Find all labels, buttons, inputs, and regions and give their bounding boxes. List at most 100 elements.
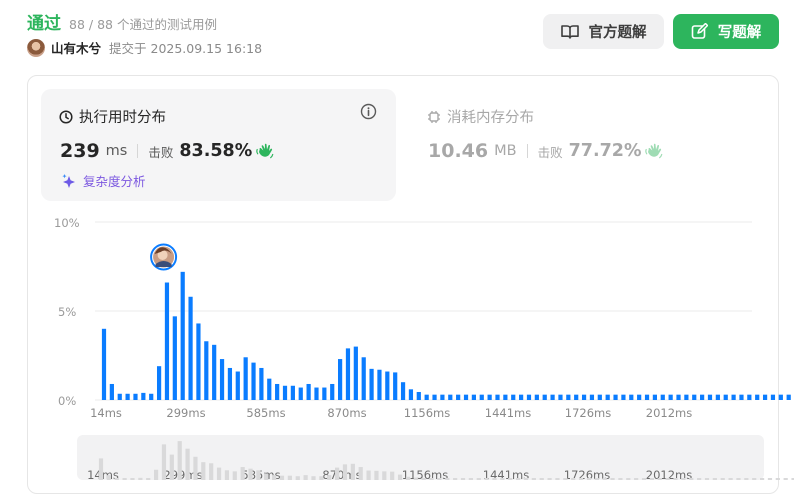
bar[interactable] [700, 394, 705, 400]
bar[interactable] [692, 394, 697, 400]
bar[interactable] [424, 394, 429, 400]
bar[interactable] [393, 372, 398, 400]
bar[interactable] [542, 394, 547, 400]
mini-bar [492, 478, 497, 480]
bar[interactable] [141, 392, 146, 400]
bar[interactable] [180, 271, 185, 400]
bar[interactable] [259, 367, 264, 400]
bar[interactable] [644, 394, 650, 400]
bar[interactable] [739, 394, 744, 400]
bar[interactable] [188, 296, 193, 400]
bar[interactable] [778, 394, 783, 400]
bar[interactable] [117, 393, 122, 400]
bar[interactable] [172, 316, 177, 400]
bar[interactable] [125, 393, 130, 400]
bar[interactable] [770, 394, 776, 400]
bar[interactable] [164, 282, 170, 400]
bar[interactable] [723, 394, 728, 400]
bar[interactable] [361, 357, 366, 400]
bar[interactable] [314, 387, 319, 400]
bar[interactable] [235, 371, 240, 400]
bar[interactable] [385, 371, 390, 400]
bar[interactable] [463, 394, 469, 400]
bar[interactable] [267, 378, 272, 400]
bar[interactable] [629, 394, 634, 400]
bar[interactable] [613, 394, 618, 400]
bar[interactable] [566, 394, 571, 400]
mini-bar [224, 470, 230, 480]
bar[interactable] [196, 323, 201, 400]
bar[interactable] [298, 387, 303, 400]
bar[interactable] [227, 367, 233, 400]
bar[interactable] [101, 328, 107, 400]
bar[interactable] [558, 394, 563, 400]
bar[interactable] [503, 394, 508, 400]
bar[interactable] [621, 394, 626, 400]
mini-bar [460, 478, 466, 480]
bar[interactable] [338, 359, 343, 400]
mini-bar [508, 478, 513, 480]
bar[interactable] [487, 394, 492, 400]
bar[interactable] [322, 387, 327, 400]
mini-bar [429, 478, 434, 480]
bar[interactable] [731, 394, 736, 400]
mini-bar [775, 478, 780, 480]
bar[interactable] [282, 385, 288, 400]
mini-bar [744, 478, 749, 480]
bar[interactable] [668, 394, 673, 400]
bar[interactable] [786, 394, 791, 400]
bar[interactable] [243, 357, 248, 400]
bar[interactable] [306, 383, 311, 400]
mini-bar [240, 467, 245, 480]
bar[interactable] [526, 394, 532, 400]
bar[interactable] [511, 394, 516, 400]
bar[interactable] [369, 368, 374, 400]
bar[interactable] [377, 369, 382, 400]
bar[interactable] [715, 394, 720, 400]
bar[interactable] [416, 391, 421, 400]
bar[interactable] [345, 348, 351, 400]
bar[interactable] [353, 346, 358, 400]
bar[interactable] [637, 394, 642, 400]
mini-bar [303, 475, 308, 480]
bar[interactable] [330, 383, 335, 400]
bar[interactable] [471, 394, 476, 400]
bar[interactable] [133, 393, 138, 400]
bar[interactable] [755, 394, 760, 400]
your-submission-marker[interactable] [150, 243, 178, 271]
bar[interactable] [408, 389, 414, 400]
bar[interactable] [534, 394, 539, 400]
bar[interactable] [762, 394, 768, 400]
bar[interactable] [747, 394, 752, 400]
bar[interactable] [400, 382, 406, 400]
bar[interactable] [448, 394, 453, 400]
bar[interactable] [149, 393, 154, 400]
bar[interactable] [432, 394, 437, 400]
bar[interactable] [605, 394, 610, 400]
bar[interactable] [212, 344, 217, 400]
bar[interactable] [251, 362, 256, 400]
mini-bar [193, 456, 198, 480]
bar[interactable] [597, 394, 602, 400]
bar[interactable] [290, 385, 295, 400]
mini-bar [547, 478, 552, 480]
bar[interactable] [156, 366, 162, 400]
bar[interactable] [684, 394, 689, 400]
bar[interactable] [652, 394, 657, 400]
bar[interactable] [550, 394, 555, 400]
bar[interactable] [581, 394, 587, 400]
bar[interactable] [707, 394, 713, 400]
bar[interactable] [660, 394, 665, 400]
bar[interactable] [219, 359, 225, 400]
bar[interactable] [574, 394, 579, 400]
bar[interactable] [519, 394, 524, 400]
bar[interactable] [456, 394, 461, 400]
bar[interactable] [204, 341, 209, 400]
bar[interactable] [676, 394, 681, 400]
bar[interactable] [275, 383, 280, 400]
bar[interactable] [479, 394, 484, 400]
bar[interactable] [589, 394, 595, 400]
bar[interactable] [495, 394, 500, 400]
bar[interactable] [440, 394, 445, 400]
bar[interactable] [109, 383, 114, 400]
